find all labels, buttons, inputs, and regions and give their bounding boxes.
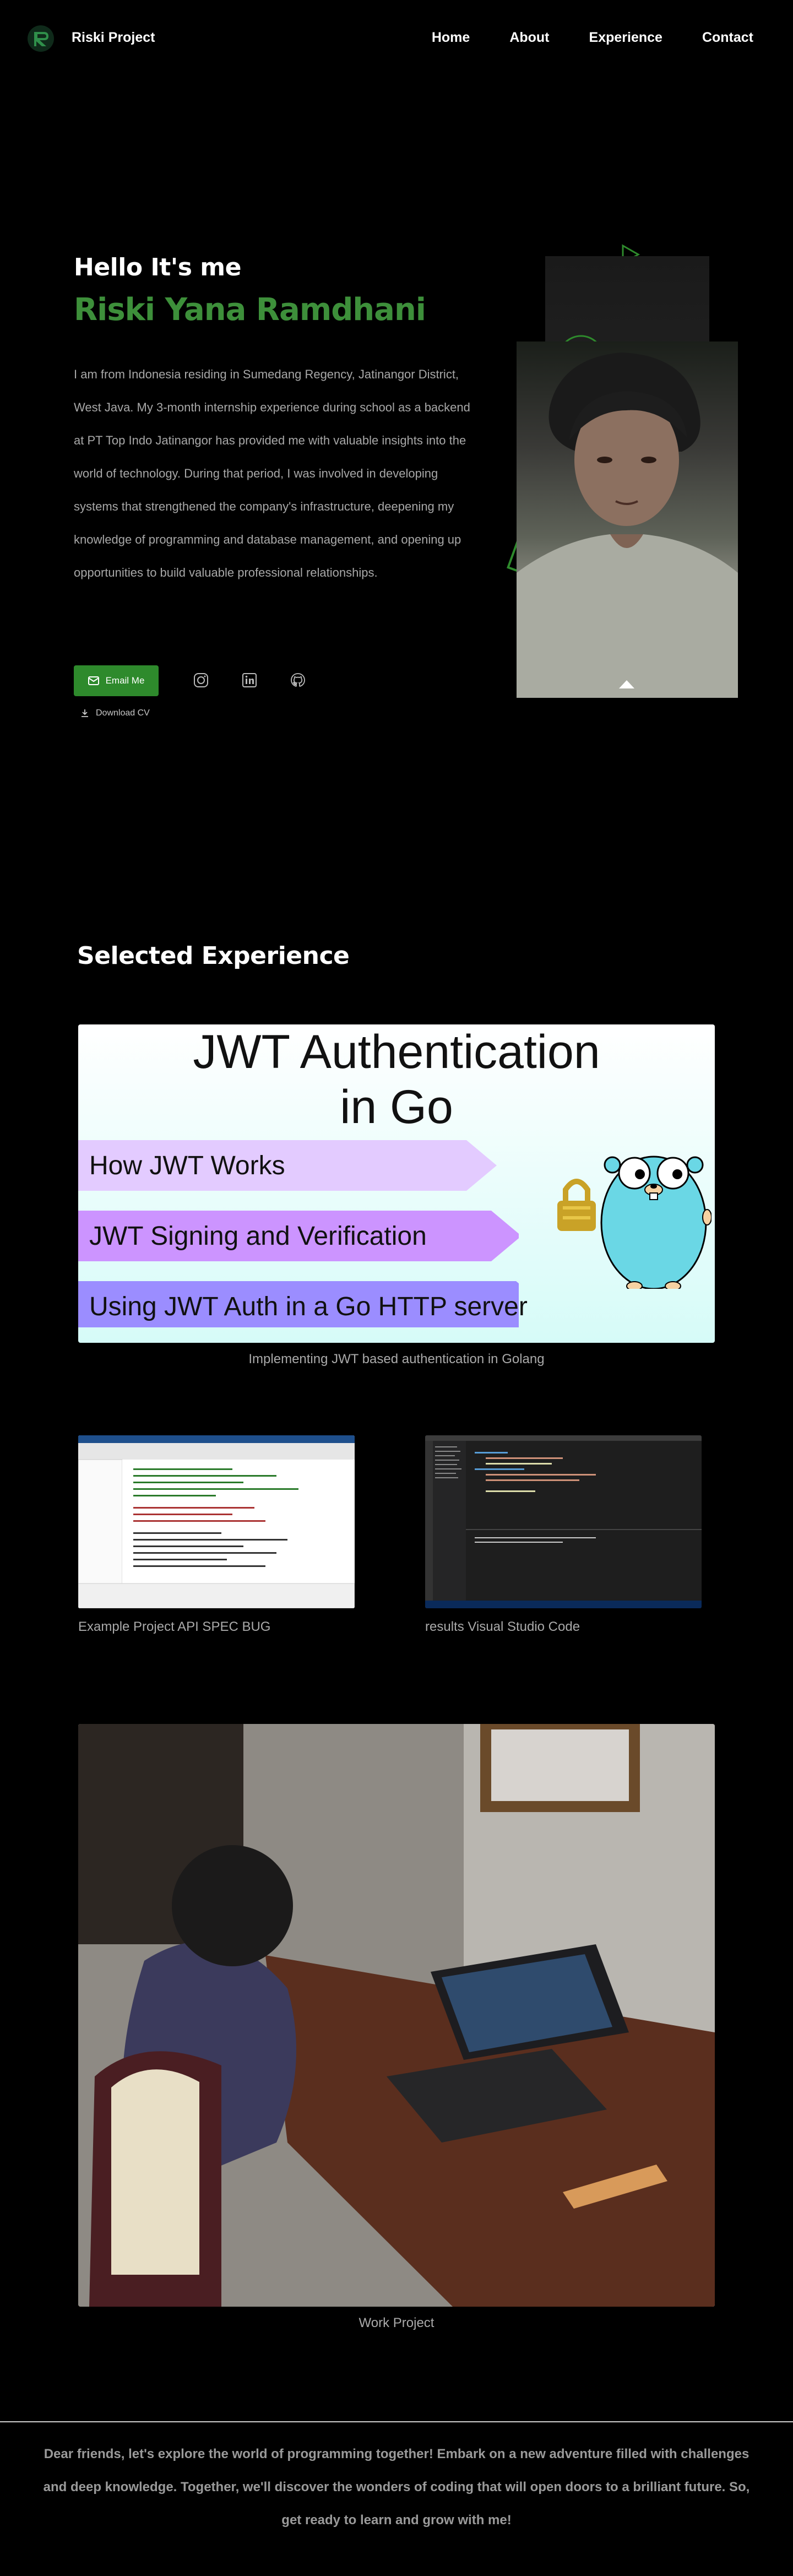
download-cv-link[interactable]: Download CV bbox=[80, 708, 150, 718]
nav-about[interactable]: About bbox=[509, 30, 549, 46]
work-photo-illustration bbox=[78, 1724, 715, 2307]
nav-links: Home About Experience Contact bbox=[432, 30, 753, 46]
hero-greeting: Hello It's me bbox=[74, 253, 241, 281]
instagram-icon[interactable] bbox=[193, 672, 209, 688]
footer-message: Dear friends, let's explore the world of… bbox=[43, 2447, 750, 2528]
jwt-banner-title-line1: JWT Authentication bbox=[193, 1026, 600, 1078]
nav-home[interactable]: Home bbox=[432, 30, 470, 46]
download-cv-label: Download CV bbox=[96, 708, 150, 718]
email-me-label: Email Me bbox=[105, 675, 145, 686]
jwt-caption: Implementing JWT based authentication in… bbox=[248, 1352, 545, 1366]
jwt-banner[interactable]: JWT Authentication in Go How JWT Works J… bbox=[78, 1024, 715, 1343]
hero-name: Riski Yana Ramdhani bbox=[74, 292, 426, 328]
jwt-row-how: How JWT Works bbox=[89, 1151, 285, 1180]
hero-portrait bbox=[490, 237, 749, 699]
api-spec-screenshot[interactable] bbox=[78, 1435, 355, 1608]
linkedin-icon[interactable] bbox=[241, 672, 258, 688]
vscode-caption: results Visual Studio Code bbox=[425, 1619, 580, 1634]
top-navigation: Riski Project Home About Experience Cont… bbox=[0, 0, 793, 74]
email-me-button[interactable]: Email Me bbox=[74, 665, 159, 696]
nav-contact[interactable]: Contact bbox=[702, 30, 753, 46]
gopher-mascot-icon bbox=[557, 1156, 711, 1289]
download-icon bbox=[82, 709, 88, 717]
footer-divider bbox=[0, 2421, 793, 2422]
api-spec-illustration bbox=[78, 1435, 355, 1608]
portrait-photo bbox=[517, 341, 738, 698]
jwt-row-signing: JWT Signing and Verification bbox=[89, 1221, 427, 1251]
hero-bio: I am from Indonesia residing in Sumedang… bbox=[74, 367, 470, 579]
mail-icon bbox=[88, 676, 99, 685]
work-project-caption: Work Project bbox=[359, 2315, 434, 2330]
brand-link[interactable]: Riski Project bbox=[72, 30, 155, 46]
jwt-banner-title-line2: in Go bbox=[340, 1081, 453, 1134]
jwt-row-using: Using JWT Auth in a Go HTTP server bbox=[89, 1292, 528, 1321]
nav-experience[interactable]: Experience bbox=[589, 30, 662, 46]
vscode-illustration bbox=[425, 1435, 702, 1608]
work-project-photo[interactable] bbox=[78, 1724, 715, 2307]
github-icon[interactable] bbox=[290, 672, 306, 688]
portrait-illustration bbox=[517, 352, 738, 698]
section-title-experience: Selected Experience bbox=[77, 942, 350, 970]
vscode-screenshot[interactable] bbox=[425, 1435, 702, 1608]
api-spec-caption: Example Project API SPEC BUG bbox=[78, 1619, 271, 1634]
logo-icon[interactable] bbox=[26, 24, 55, 53]
